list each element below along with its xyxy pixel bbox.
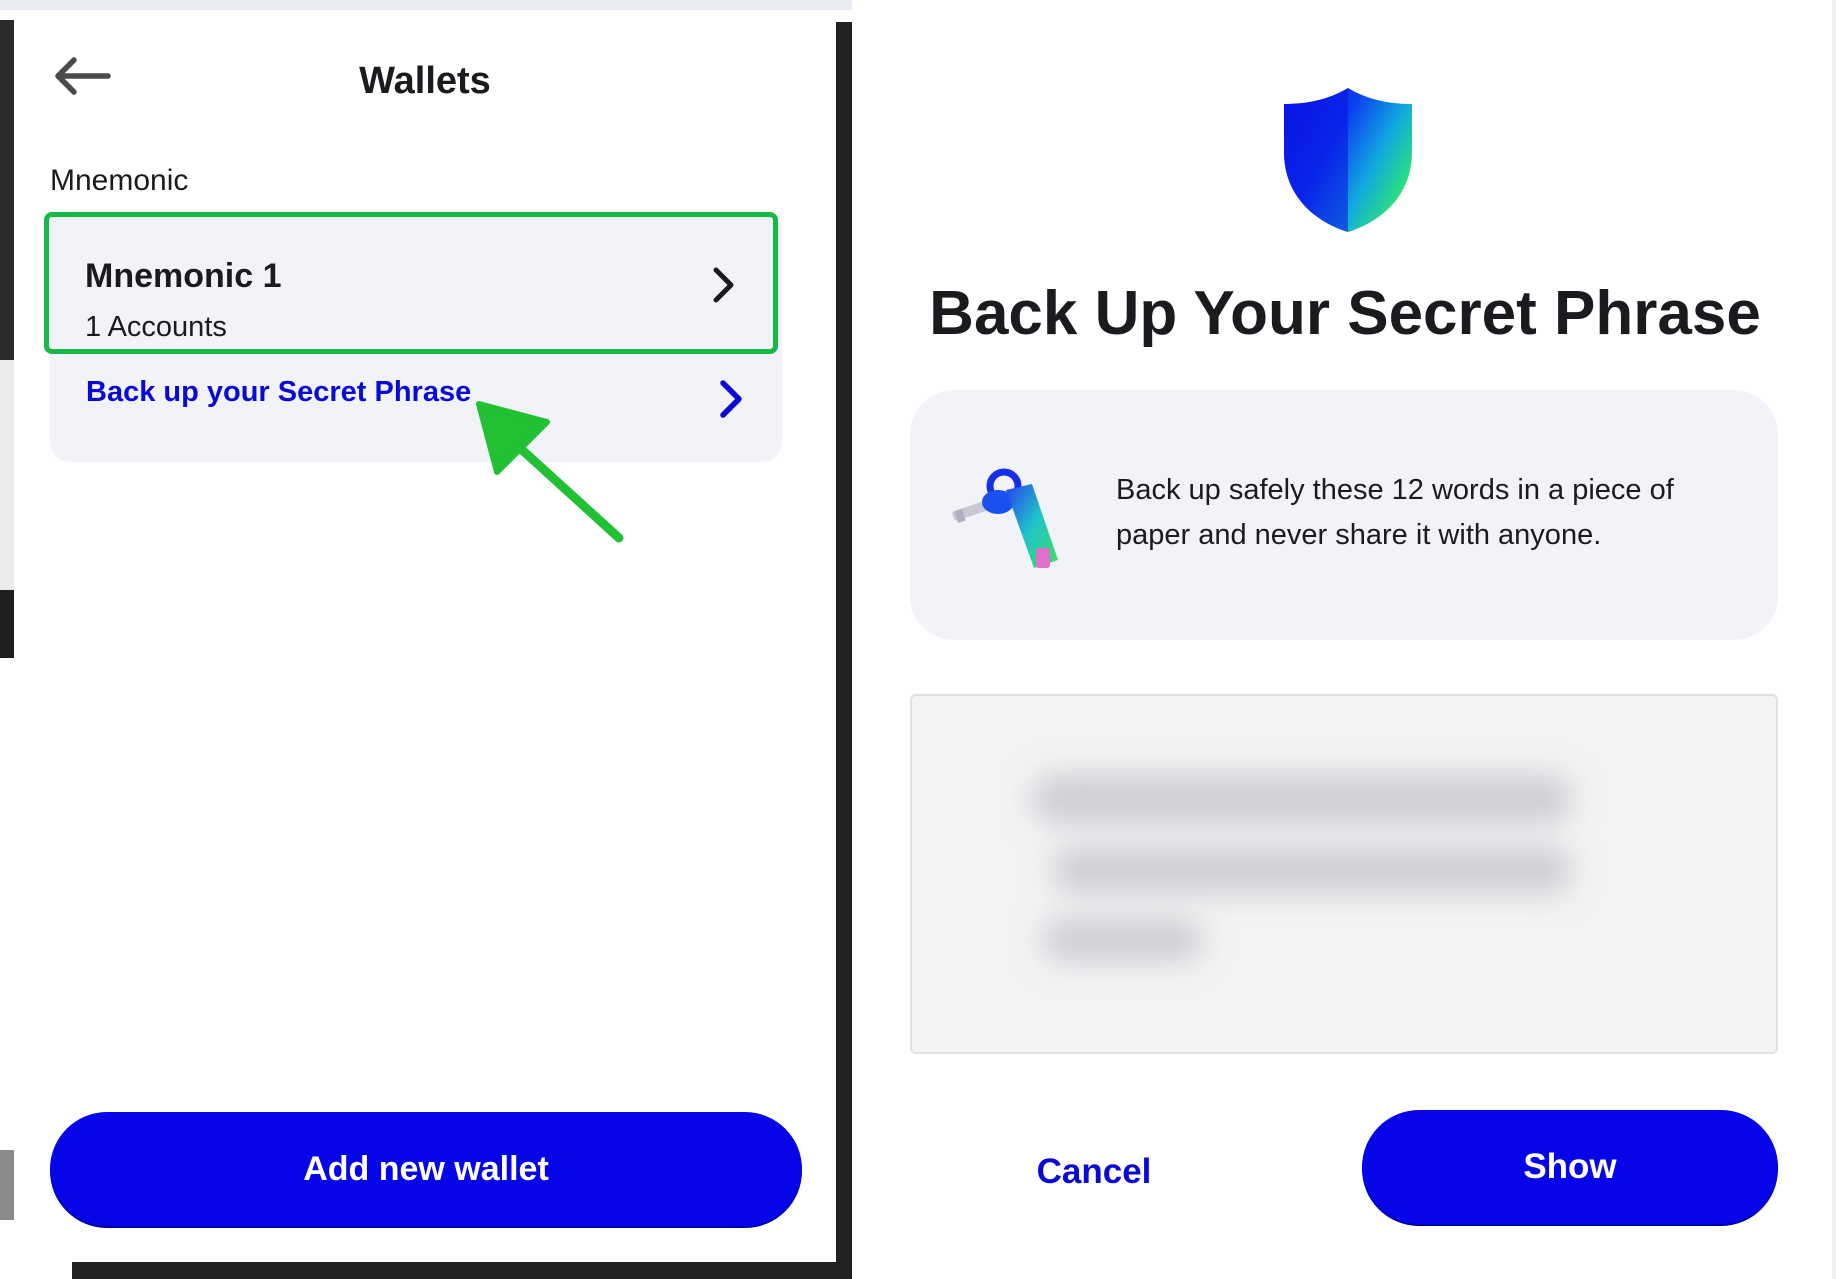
- backdrop-strip: [0, 20, 14, 360]
- backup-secret-phrase-panel: Back Up Your Secret Phrase Back up safel…: [854, 0, 1836, 1279]
- shield-icon: [1284, 88, 1412, 232]
- blurred-phrase-line: [1032, 774, 1572, 824]
- backdrop-strip: [72, 1262, 852, 1279]
- show-button[interactable]: Show: [1362, 1110, 1778, 1224]
- secret-phrase-box: [910, 694, 1778, 1054]
- chevron-right-icon: [720, 380, 742, 418]
- add-new-wallet-button[interactable]: Add new wallet: [50, 1112, 802, 1226]
- wallet-accounts-count: 1 Accounts: [85, 311, 227, 343]
- page-title: Wallets: [359, 60, 491, 102]
- chevron-right-icon: [713, 267, 734, 303]
- info-card: Back up safely these 12 words in a piece…: [910, 390, 1778, 640]
- blurred-phrase-line: [1052, 846, 1572, 894]
- backdrop-strip: [0, 360, 14, 590]
- screenshot-root: Wallets Mnemonic Mnemonic 1 1 Accounts B…: [0, 0, 1836, 1279]
- backup-link-label: Back up your Secret Phrase: [86, 376, 472, 408]
- wallet-item-mnemonic-1[interactable]: Mnemonic 1 1 Accounts: [44, 212, 778, 354]
- panel-edge: [1832, 0, 1836, 1279]
- backdrop-top-bar: [0, 0, 852, 10]
- backdrop-strip: [0, 590, 14, 658]
- keys-icon: [952, 468, 1058, 568]
- wallets-panel: Wallets Mnemonic Mnemonic 1 1 Accounts B…: [14, 10, 836, 1262]
- info-text: Back up safely these 12 words in a piece…: [1116, 474, 1674, 551]
- cancel-button[interactable]: Cancel: [1004, 1140, 1184, 1204]
- dialog-title: Back Up Your Secret Phrase: [929, 279, 1761, 348]
- backdrop-strip: [836, 22, 852, 1279]
- section-label-mnemonic: Mnemonic: [50, 164, 189, 197]
- backup-secret-phrase-link[interactable]: Back up your Secret Phrase: [50, 354, 782, 438]
- backdrop-strip: [0, 1150, 14, 1220]
- blurred-phrase-line: [1042, 918, 1202, 962]
- wallet-name: Mnemonic 1: [85, 257, 282, 295]
